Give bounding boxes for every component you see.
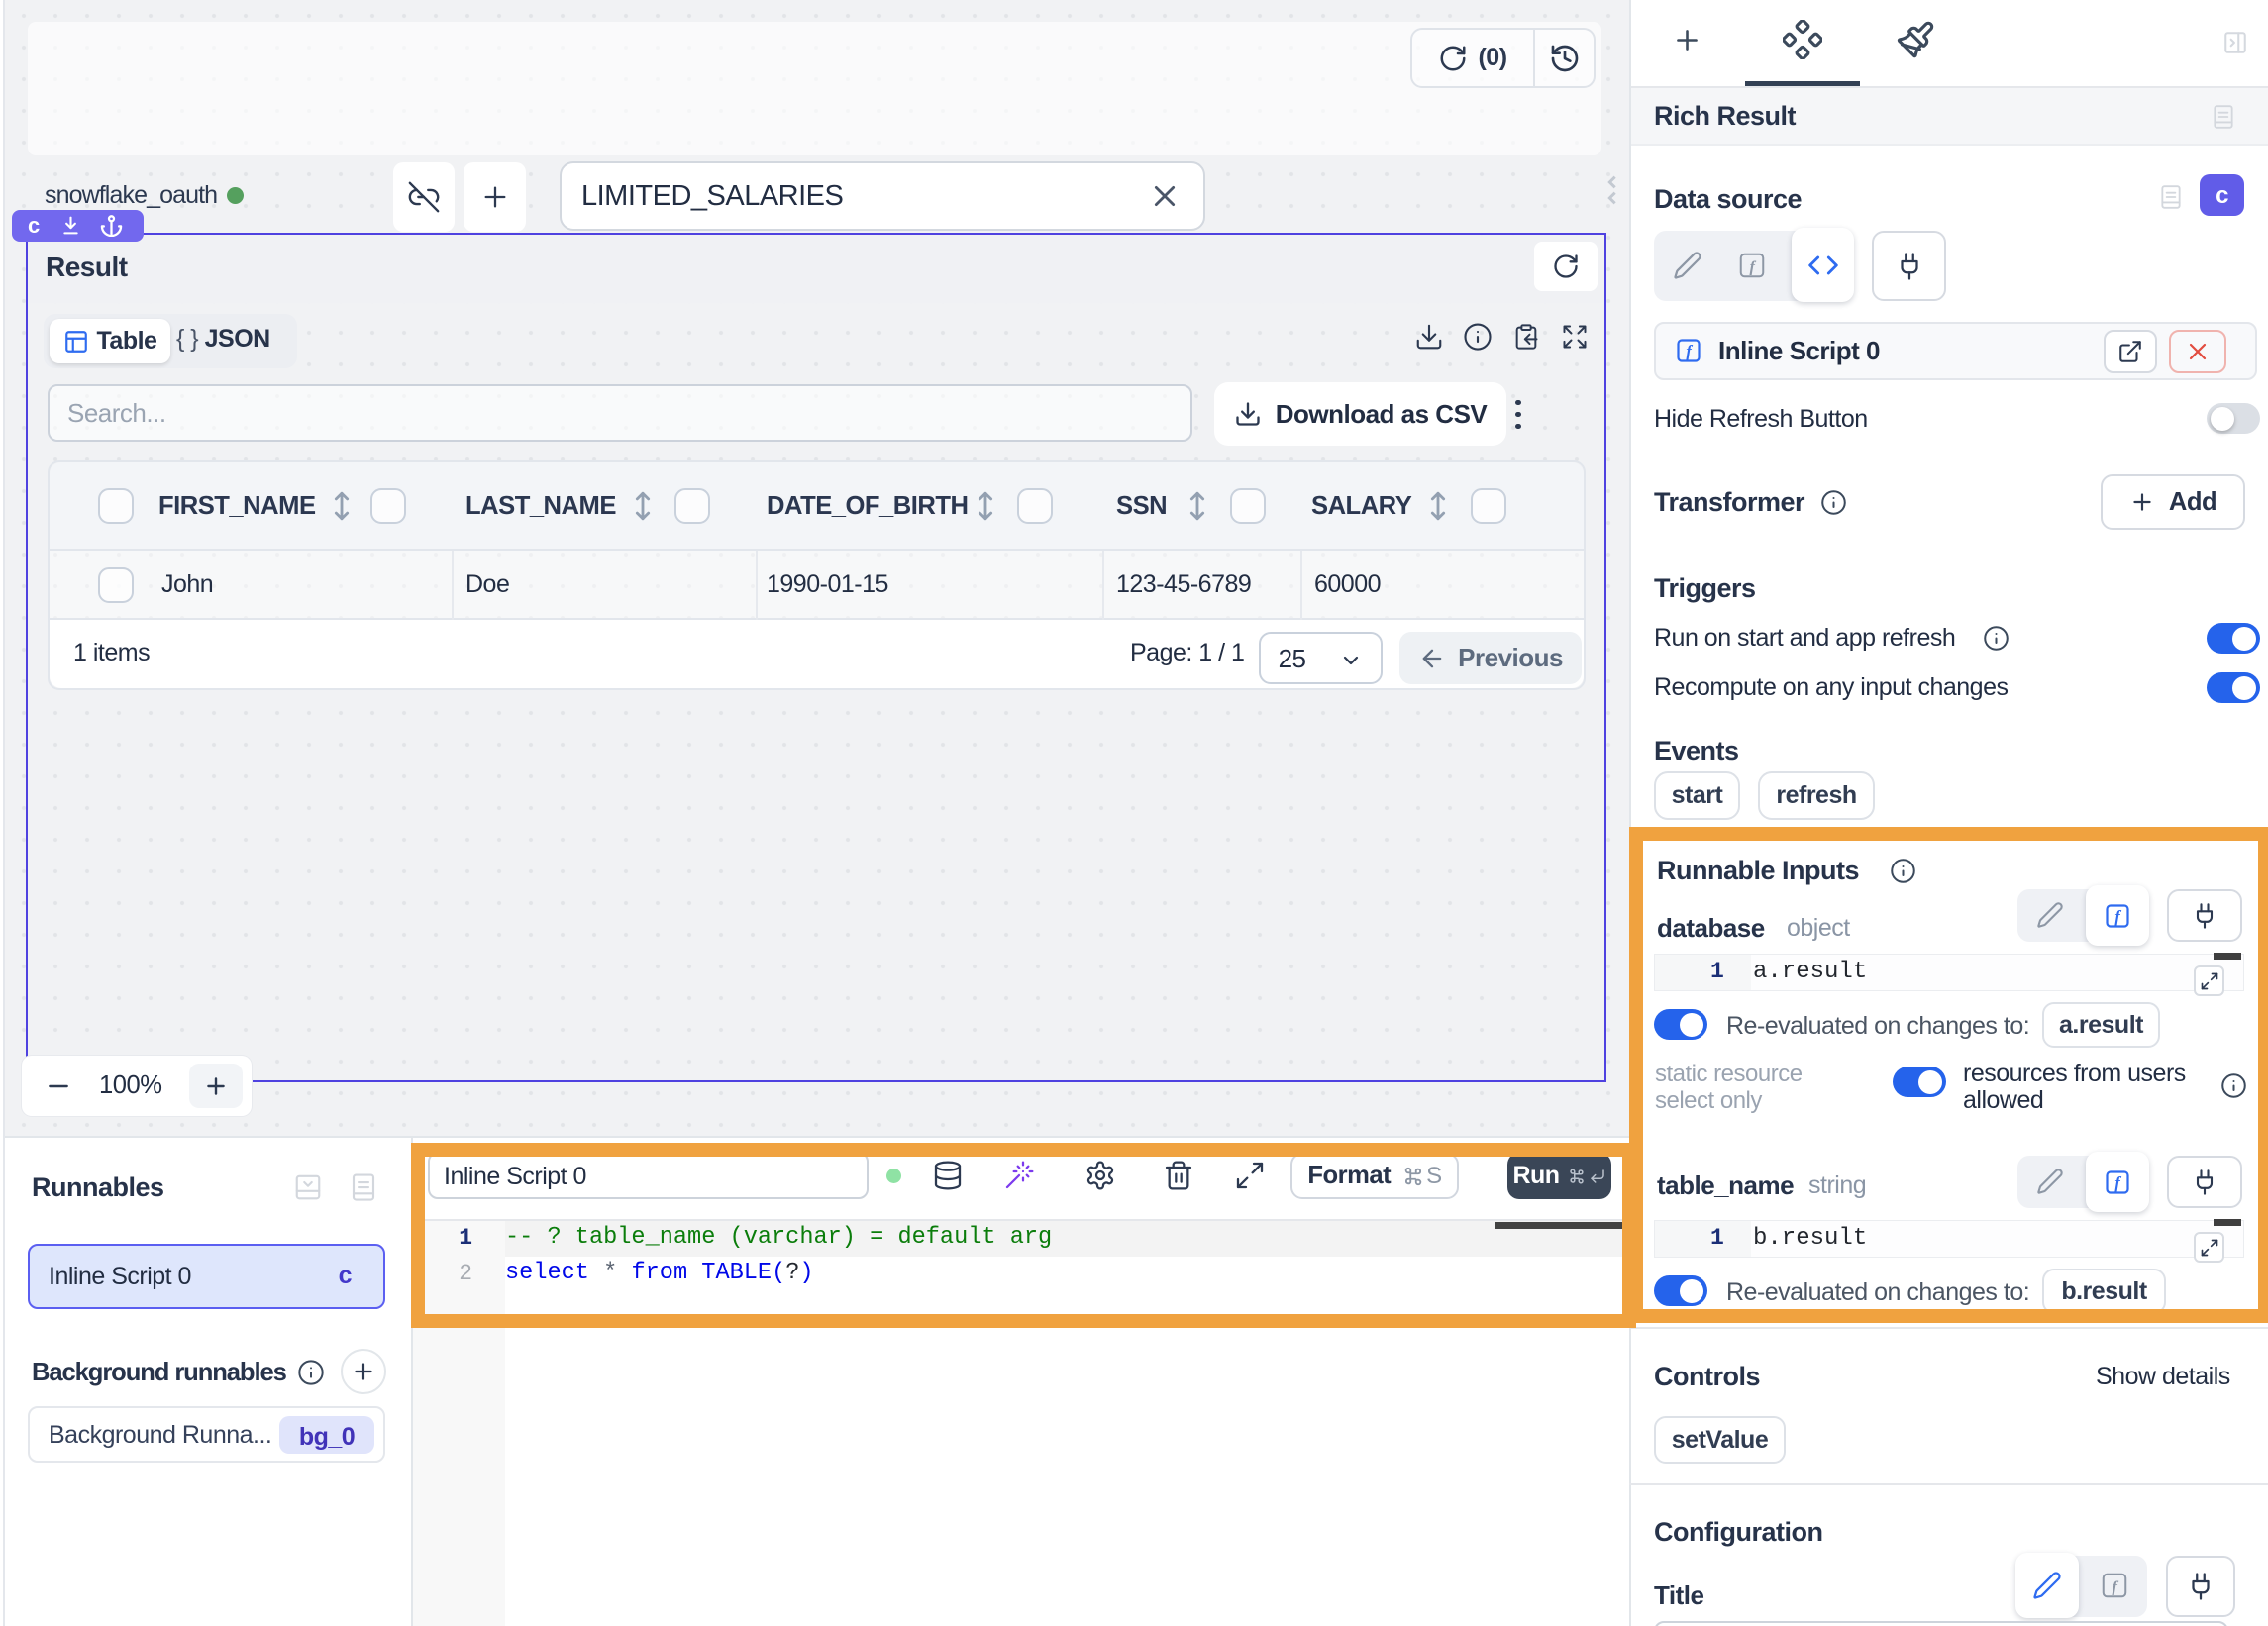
svg-text:f: f [2112, 1577, 2118, 1595]
svg-text:f: f [1749, 257, 1756, 275]
svg-text:f: f [1686, 342, 1693, 360]
